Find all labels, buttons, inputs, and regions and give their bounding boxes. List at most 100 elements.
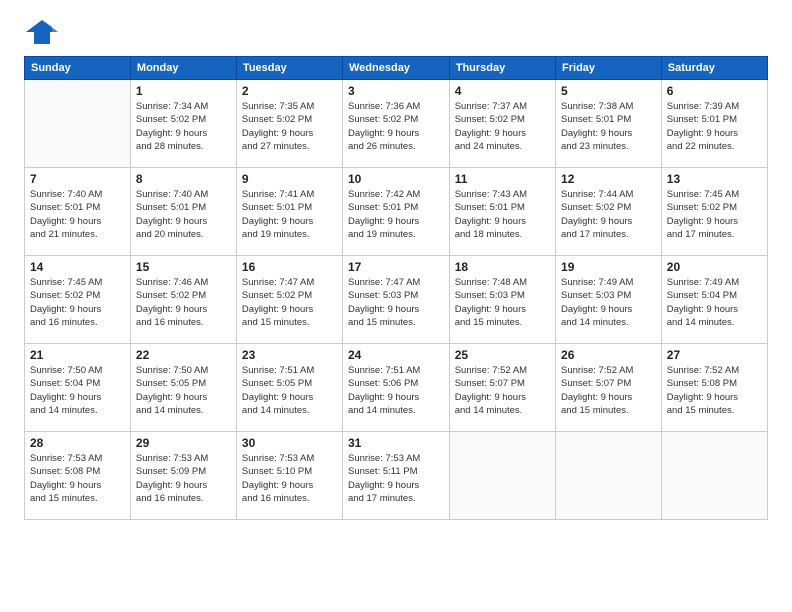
day-info: Sunrise: 7:53 AM Sunset: 5:08 PM Dayligh… [30, 452, 125, 505]
day-number: 9 [242, 172, 337, 186]
day-cell: 23Sunrise: 7:51 AM Sunset: 5:05 PM Dayli… [236, 344, 342, 432]
weekday-header-tuesday: Tuesday [236, 57, 342, 80]
day-cell: 25 Sunrise: 7:52 AM Sunset: 5:07 PM Dayli… [449, 344, 555, 432]
day-number: 16 [242, 260, 337, 274]
day-info: Sunrise: 7:52 AM Sunset: 5:07 PM Dayligh… [561, 364, 656, 417]
day-cell: 26 Sunrise: 7:52 AM Sunset: 5:07 PM Dayli… [556, 344, 662, 432]
day-cell: 3 Sunrise: 7:36 AM Sunset: 5:02 PM Daylig… [343, 80, 450, 168]
day-number: 20 [667, 260, 762, 274]
day-cell: 5 Sunrise: 7:38 AM Sunset: 5:01 PM Daylig… [556, 80, 662, 168]
weekday-header-wednesday: Wednesday [343, 57, 450, 80]
day-cell: 7Sunrise: 7:40 AM Sunset: 5:01 PM Daylig… [25, 168, 131, 256]
day-info: Sunrise: 7:53 AM Sunset: 5:09 PM Dayligh… [136, 452, 231, 505]
day-info: Sunrise: 7:38 AM Sunset: 5:01 PM Dayligh… [561, 100, 656, 153]
day-cell: 20 Sunrise: 7:49 AM Sunset: 5:04 PM Dayli… [661, 256, 767, 344]
week-row-2: 7Sunrise: 7:40 AM Sunset: 5:01 PM Daylig… [25, 168, 768, 256]
day-cell: 4 Sunrise: 7:37 AM Sunset: 5:02 PM Daylig… [449, 80, 555, 168]
day-info: Sunrise: 7:37 AM Sunset: 5:02 PM Dayligh… [455, 100, 550, 153]
day-cell: 15Sunrise: 7:46 AM Sunset: 5:02 PM Dayli… [130, 256, 236, 344]
day-info: Sunrise: 7:52 AM Sunset: 5:08 PM Dayligh… [667, 364, 762, 417]
day-info: Sunrise: 7:51 AM Sunset: 5:06 PM Dayligh… [348, 364, 444, 417]
day-cell: 30 Sunrise: 7:53 AM Sunset: 5:10 PM Dayli… [236, 432, 342, 520]
day-cell: 29 Sunrise: 7:53 AM Sunset: 5:09 PM Dayli… [130, 432, 236, 520]
day-cell: 1 Sunrise: 7:34 AM Sunset: 5:02 PM Daylig… [130, 80, 236, 168]
day-info: Sunrise: 7:47 AM Sunset: 5:02 PM Dayligh… [242, 276, 337, 329]
day-cell: 27Sunrise: 7:52 AM Sunset: 5:08 PM Dayli… [661, 344, 767, 432]
weekday-header-sunday: Sunday [25, 57, 131, 80]
day-info: Sunrise: 7:43 AM Sunset: 5:01 PM Dayligh… [455, 188, 550, 241]
day-cell [25, 80, 131, 168]
day-cell [661, 432, 767, 520]
day-cell: 6 Sunrise: 7:39 AM Sunset: 5:01 PM Daylig… [661, 80, 767, 168]
day-number: 18 [455, 260, 550, 274]
day-cell: 28Sunrise: 7:53 AM Sunset: 5:08 PM Dayli… [25, 432, 131, 520]
day-info: Sunrise: 7:34 AM Sunset: 5:02 PM Dayligh… [136, 100, 231, 153]
day-number: 5 [561, 84, 656, 98]
day-cell: 17Sunrise: 7:47 AM Sunset: 5:03 PM Dayli… [343, 256, 450, 344]
day-info: Sunrise: 7:50 AM Sunset: 5:05 PM Dayligh… [136, 364, 231, 417]
day-info: Sunrise: 7:42 AM Sunset: 5:01 PM Dayligh… [348, 188, 444, 241]
day-cell: 31 Sunrise: 7:53 AM Sunset: 5:11 PM Dayli… [343, 432, 450, 520]
day-info: Sunrise: 7:35 AM Sunset: 5:02 PM Dayligh… [242, 100, 337, 153]
day-number: 19 [561, 260, 656, 274]
day-number: 3 [348, 84, 444, 98]
day-cell: 24 Sunrise: 7:51 AM Sunset: 5:06 PM Dayli… [343, 344, 450, 432]
day-cell [449, 432, 555, 520]
day-number: 4 [455, 84, 550, 98]
day-info: Sunrise: 7:51 AM Sunset: 5:05 PM Dayligh… [242, 364, 337, 417]
day-info: Sunrise: 7:46 AM Sunset: 5:02 PM Dayligh… [136, 276, 231, 329]
day-number: 2 [242, 84, 337, 98]
logo-icon [24, 18, 60, 46]
day-cell: 8 Sunrise: 7:40 AM Sunset: 5:01 PM Daylig… [130, 168, 236, 256]
day-cell: 2 Sunrise: 7:35 AM Sunset: 5:02 PM Daylig… [236, 80, 342, 168]
weekday-header-saturday: Saturday [661, 57, 767, 80]
day-cell: 10Sunrise: 7:42 AM Sunset: 5:01 PM Dayli… [343, 168, 450, 256]
page: SundayMondayTuesdayWednesdayThursdayFrid… [0, 0, 792, 612]
day-info: Sunrise: 7:44 AM Sunset: 5:02 PM Dayligh… [561, 188, 656, 241]
day-info: Sunrise: 7:41 AM Sunset: 5:01 PM Dayligh… [242, 188, 337, 241]
day-number: 13 [667, 172, 762, 186]
logo [24, 18, 64, 46]
day-number: 17 [348, 260, 444, 274]
day-cell: 13Sunrise: 7:45 AM Sunset: 5:02 PM Dayli… [661, 168, 767, 256]
day-info: Sunrise: 7:36 AM Sunset: 5:02 PM Dayligh… [348, 100, 444, 153]
day-info: Sunrise: 7:48 AM Sunset: 5:03 PM Dayligh… [455, 276, 550, 329]
day-number: 1 [136, 84, 231, 98]
day-number: 11 [455, 172, 550, 186]
day-info: Sunrise: 7:40 AM Sunset: 5:01 PM Dayligh… [136, 188, 231, 241]
day-info: Sunrise: 7:49 AM Sunset: 5:04 PM Dayligh… [667, 276, 762, 329]
day-number: 30 [242, 436, 337, 450]
day-cell: 18 Sunrise: 7:48 AM Sunset: 5:03 PM Dayli… [449, 256, 555, 344]
day-cell: 16 Sunrise: 7:47 AM Sunset: 5:02 PM Dayli… [236, 256, 342, 344]
weekday-header-thursday: Thursday [449, 57, 555, 80]
day-cell: 14Sunrise: 7:45 AM Sunset: 5:02 PM Dayli… [25, 256, 131, 344]
day-info: Sunrise: 7:45 AM Sunset: 5:02 PM Dayligh… [30, 276, 125, 329]
weekday-header-row: SundayMondayTuesdayWednesdayThursdayFrid… [25, 57, 768, 80]
day-number: 25 [455, 348, 550, 362]
header [24, 18, 768, 46]
day-info: Sunrise: 7:52 AM Sunset: 5:07 PM Dayligh… [455, 364, 550, 417]
day-number: 26 [561, 348, 656, 362]
day-cell: 9 Sunrise: 7:41 AM Sunset: 5:01 PM Daylig… [236, 168, 342, 256]
day-info: Sunrise: 7:53 AM Sunset: 5:10 PM Dayligh… [242, 452, 337, 505]
day-info: Sunrise: 7:50 AM Sunset: 5:04 PM Dayligh… [30, 364, 125, 417]
day-number: 22 [136, 348, 231, 362]
day-number: 8 [136, 172, 231, 186]
day-info: Sunrise: 7:39 AM Sunset: 5:01 PM Dayligh… [667, 100, 762, 153]
day-number: 31 [348, 436, 444, 450]
week-row-5: 28Sunrise: 7:53 AM Sunset: 5:08 PM Dayli… [25, 432, 768, 520]
day-number: 6 [667, 84, 762, 98]
day-info: Sunrise: 7:40 AM Sunset: 5:01 PM Dayligh… [30, 188, 125, 241]
day-cell [556, 432, 662, 520]
week-row-1: 1 Sunrise: 7:34 AM Sunset: 5:02 PM Daylig… [25, 80, 768, 168]
day-number: 24 [348, 348, 444, 362]
day-info: Sunrise: 7:53 AM Sunset: 5:11 PM Dayligh… [348, 452, 444, 505]
day-info: Sunrise: 7:49 AM Sunset: 5:03 PM Dayligh… [561, 276, 656, 329]
week-row-3: 14Sunrise: 7:45 AM Sunset: 5:02 PM Dayli… [25, 256, 768, 344]
day-cell: 11 Sunrise: 7:43 AM Sunset: 5:01 PM Dayli… [449, 168, 555, 256]
day-number: 12 [561, 172, 656, 186]
day-cell: 19 Sunrise: 7:49 AM Sunset: 5:03 PM Dayli… [556, 256, 662, 344]
day-number: 29 [136, 436, 231, 450]
calendar-table: SundayMondayTuesdayWednesdayThursdayFrid… [24, 56, 768, 520]
weekday-header-friday: Friday [556, 57, 662, 80]
